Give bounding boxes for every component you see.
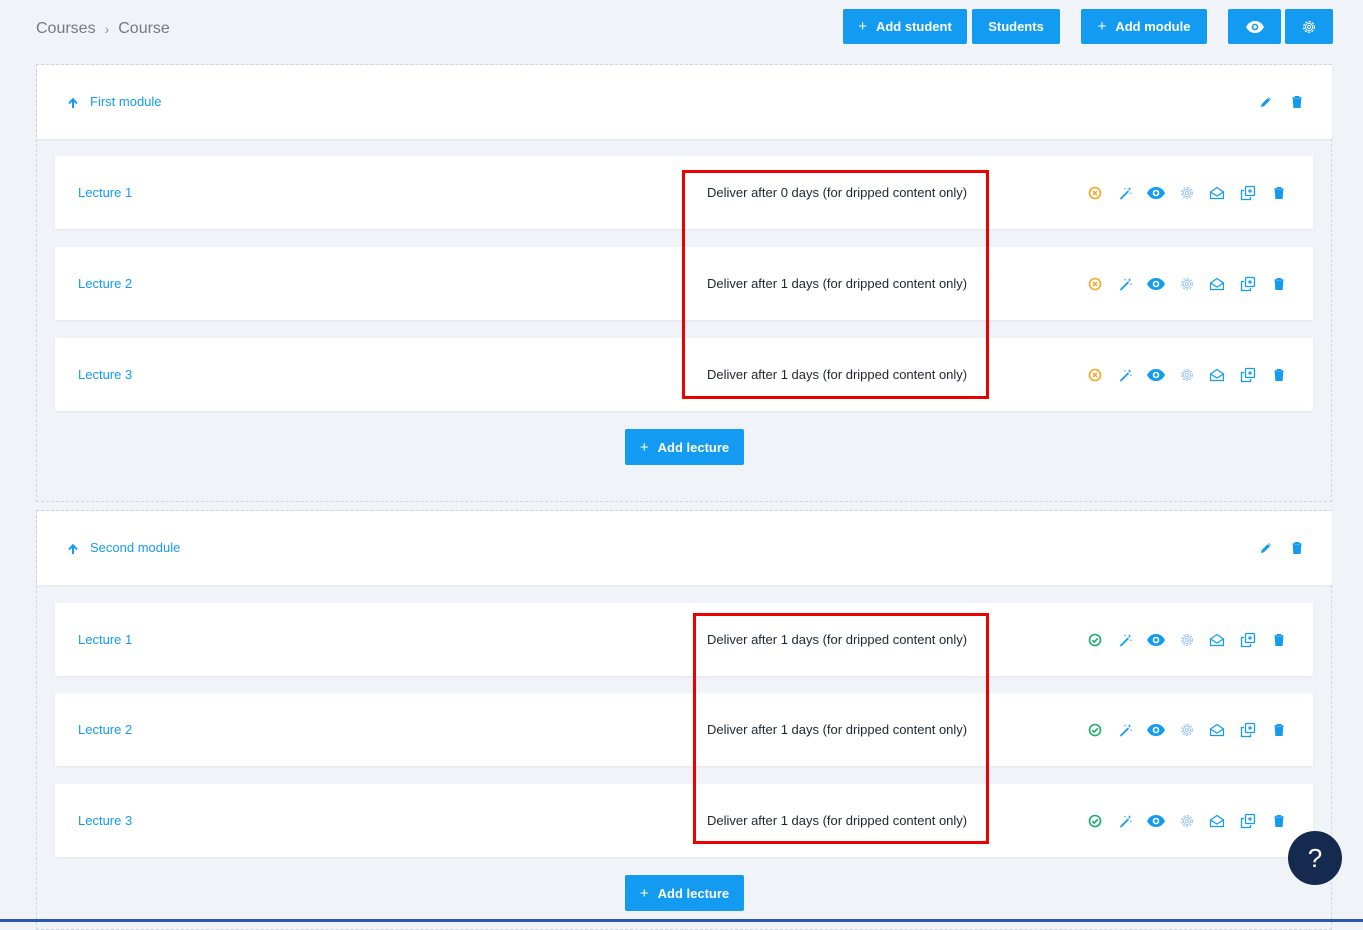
published-status-icon[interactable] — [1087, 722, 1103, 738]
lecture-title[interactable]: Lecture 2 — [78, 276, 132, 291]
copy-icon[interactable] — [1240, 813, 1256, 829]
students-label: Students — [988, 19, 1044, 34]
highlight-box — [693, 613, 989, 844]
gear-icon — [1301, 19, 1317, 35]
gear-icon[interactable] — [1179, 276, 1195, 292]
gear-icon[interactable] — [1179, 185, 1195, 201]
pencil-icon[interactable] — [1259, 541, 1273, 555]
magic-wand-icon[interactable] — [1118, 367, 1134, 383]
published-status-icon[interactable] — [1087, 813, 1103, 829]
chevron-right-icon: › — [104, 21, 110, 37]
module-title[interactable]: First module — [90, 94, 162, 109]
copy-icon[interactable] — [1240, 722, 1256, 738]
envelope-open-icon[interactable] — [1209, 185, 1225, 201]
eye-icon[interactable] — [1146, 276, 1166, 292]
lecture-title[interactable]: Lecture 1 — [78, 185, 132, 200]
course-settings-button[interactable] — [1285, 9, 1333, 44]
add-module-button[interactable]: + Add module — [1081, 9, 1207, 44]
magic-wand-icon[interactable] — [1118, 813, 1134, 829]
gear-icon[interactable] — [1179, 367, 1195, 383]
magic-wand-icon[interactable] — [1118, 185, 1134, 201]
trash-icon[interactable] — [1271, 632, 1287, 648]
gear-icon[interactable] — [1179, 722, 1195, 738]
preview-course-button[interactable] — [1228, 9, 1281, 44]
plus-icon: + — [639, 884, 649, 902]
highlight-box — [682, 170, 989, 399]
trash-icon[interactable] — [1290, 95, 1304, 109]
copy-icon[interactable] — [1240, 632, 1256, 648]
envelope-open-icon[interactable] — [1209, 722, 1225, 738]
magic-wand-icon[interactable] — [1118, 276, 1134, 292]
eye-icon — [1245, 20, 1265, 34]
breadcrumb-current: Course — [118, 20, 170, 37]
plus-icon: + — [639, 438, 649, 456]
lecture-row: Lecture 3 Deliver after 1 days (for drip… — [55, 784, 1313, 857]
arrow-up-icon[interactable] — [67, 97, 79, 109]
module-title[interactable]: Second module — [90, 540, 180, 555]
copy-icon[interactable] — [1240, 185, 1256, 201]
add-lecture-button[interactable]: + Add lecture — [625, 429, 744, 465]
trash-icon[interactable] — [1271, 367, 1287, 383]
trash-icon[interactable] — [1271, 276, 1287, 292]
gear-icon[interactable] — [1179, 632, 1195, 648]
students-button[interactable]: Students — [972, 9, 1060, 44]
breadcrumb: Courses › Course — [36, 18, 170, 40]
lecture-row: Lecture 1 Deliver after 1 days (for drip… — [55, 603, 1313, 676]
lecture-title[interactable]: Lecture 2 — [78, 722, 132, 737]
pencil-icon[interactable] — [1259, 95, 1273, 109]
module-header: First module — [37, 65, 1332, 139]
arrow-up-icon[interactable] — [67, 543, 79, 555]
gear-icon[interactable] — [1179, 813, 1195, 829]
envelope-open-icon[interactable] — [1209, 813, 1225, 829]
trash-icon[interactable] — [1271, 813, 1287, 829]
add-student-button[interactable]: + Add student — [843, 9, 967, 44]
add-lecture-label: Add lecture — [657, 439, 730, 455]
eye-icon[interactable] — [1146, 722, 1166, 738]
magic-wand-icon[interactable] — [1118, 722, 1134, 738]
add-lecture-label: Add lecture — [657, 885, 730, 901]
eye-icon[interactable] — [1146, 367, 1166, 383]
copy-icon[interactable] — [1240, 367, 1256, 383]
eye-icon[interactable] — [1146, 813, 1166, 829]
lecture-row: Lecture 2 Deliver after 1 days (for drip… — [55, 693, 1313, 766]
unpublished-status-icon[interactable] — [1087, 276, 1103, 292]
unpublished-status-icon[interactable] — [1087, 367, 1103, 383]
module-header: Second module — [37, 511, 1332, 585]
lecture-title[interactable]: Lecture 1 — [78, 632, 132, 647]
magic-wand-icon[interactable] — [1118, 632, 1134, 648]
unpublished-status-icon[interactable] — [1087, 185, 1103, 201]
plus-icon: + — [858, 18, 867, 35]
lecture-title[interactable]: Lecture 3 — [78, 813, 132, 828]
question-mark-icon: ? — [1307, 842, 1323, 873]
trash-icon[interactable] — [1271, 185, 1287, 201]
add-module-label: Add module — [1115, 19, 1191, 34]
add-lecture-button[interactable]: + Add lecture — [625, 875, 744, 911]
eye-icon[interactable] — [1146, 632, 1166, 648]
trash-icon[interactable] — [1271, 722, 1287, 738]
trash-icon[interactable] — [1290, 541, 1304, 555]
envelope-open-icon[interactable] — [1209, 276, 1225, 292]
envelope-open-icon[interactable] — [1209, 367, 1225, 383]
eye-icon[interactable] — [1146, 185, 1166, 201]
copy-icon[interactable] — [1240, 276, 1256, 292]
breadcrumb-courses-link[interactable]: Courses — [36, 20, 96, 38]
help-button[interactable]: ? — [1288, 831, 1342, 885]
published-status-icon[interactable] — [1087, 632, 1103, 648]
lecture-title[interactable]: Lecture 3 — [78, 367, 132, 382]
envelope-open-icon[interactable] — [1209, 632, 1225, 648]
add-student-label: Add student — [875, 19, 952, 34]
plus-icon: + — [1097, 18, 1107, 35]
